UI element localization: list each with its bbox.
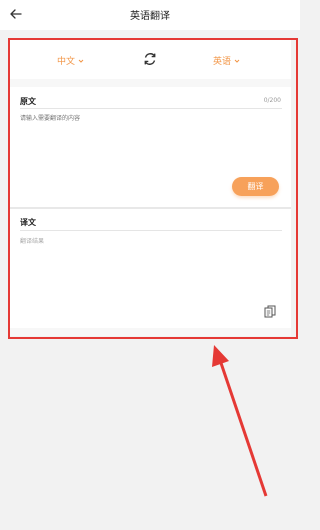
result-text: 翻译结果 (20, 238, 45, 245)
translate-button[interactable]: 翻译 (232, 177, 279, 196)
target-language-select[interactable]: 英语 (213, 54, 240, 67)
source-label: 原文 (20, 97, 36, 106)
target-language-label: 英语 (213, 57, 232, 67)
source-language-label: 中文 (57, 57, 76, 67)
divider (20, 108, 282, 109)
section-divider (8, 207, 291, 209)
char-counter: 0/200 (263, 97, 281, 104)
chevron-down-icon (78, 59, 84, 63)
section-gap (8, 79, 291, 87)
language-selector-row: 中文 英语 (8, 39, 291, 79)
card-footer (8, 328, 291, 336)
swap-languages-button[interactable] (142, 51, 158, 67)
top-bar: 英语翻译 (0, 0, 300, 30)
translation-card: 中文 英语 原文 0/200 翻译 译文 翻译结果 (8, 39, 291, 336)
copy-icon[interactable] (264, 305, 276, 319)
page-title: 英语翻译 (130, 11, 170, 22)
source-language-select[interactable]: 中文 (57, 54, 84, 67)
chevron-down-icon (234, 59, 240, 63)
source-text-input[interactable] (20, 113, 275, 173)
divider (20, 230, 282, 231)
result-label: 译文 (20, 218, 36, 227)
